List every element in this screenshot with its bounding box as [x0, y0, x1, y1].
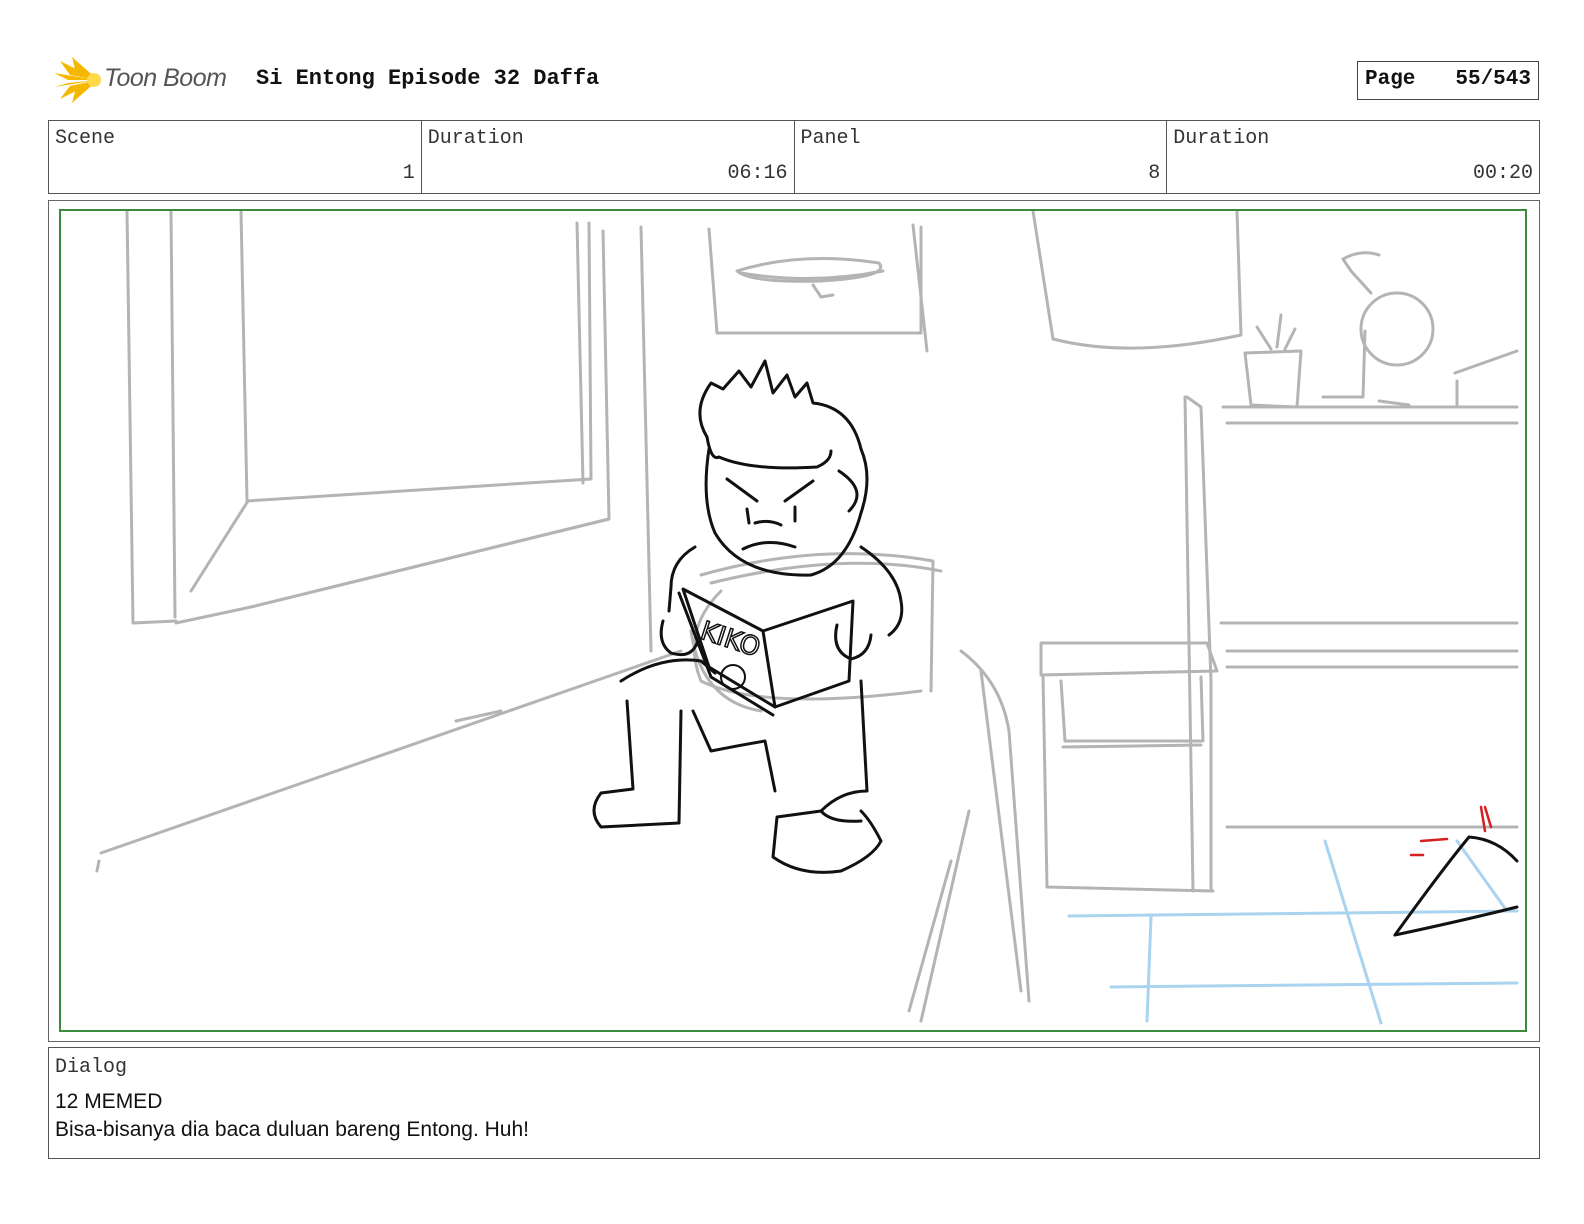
scene-duration-label: Duration: [427, 127, 524, 150]
panel-duration-value: 00:20: [1472, 162, 1533, 185]
starburst-icon: [54, 57, 101, 103]
dialog-box: Dialog 12 MEMED Bisa-bisanya dia baca du…: [48, 1047, 1540, 1159]
panel-duration-label: Duration: [1173, 127, 1270, 150]
document-title: Si Entong Episode 32 Daffa: [256, 66, 600, 91]
scene-value: 1: [402, 162, 415, 185]
scene-duration-value: 06:16: [727, 162, 788, 185]
boy-reading-sketch: [592, 359, 904, 874]
scene-label: Scene: [55, 127, 116, 150]
storyboard-panel-frame: KIKO: [48, 200, 1540, 1042]
panel-label: Panel: [800, 127, 861, 150]
page-indicator: Page 55/543: [1357, 61, 1539, 100]
toon-boom-logo: Toon Boom: [50, 55, 240, 105]
dialog-speaker: 12 MEMED: [55, 1090, 163, 1113]
panel-duration-cell: Duration 00:20: [1167, 121, 1539, 193]
storyboard-panel: KIKO: [59, 209, 1527, 1032]
scene-info-table: Scene 1 Duration 06:16 Panel 8 Duration …: [48, 120, 1540, 194]
scene-cell: Scene 1: [49, 121, 422, 193]
page-label: Page: [1365, 68, 1416, 91]
dialog-label: Dialog: [55, 1056, 128, 1079]
storyboard-sketch: KIKO: [95, 211, 1519, 1025]
page-number: 55/543: [1455, 68, 1531, 91]
floor-tiles: [1067, 839, 1519, 1025]
panel-value: 8: [1148, 162, 1161, 185]
logo-text: Toon Boom: [104, 64, 227, 92]
dialog-line: Bisa-bisanya dia baca duluan bareng Ento…: [55, 1118, 529, 1141]
scene-duration-cell: Duration 06:16: [422, 121, 795, 193]
panel-cell: Panel 8: [795, 121, 1168, 193]
